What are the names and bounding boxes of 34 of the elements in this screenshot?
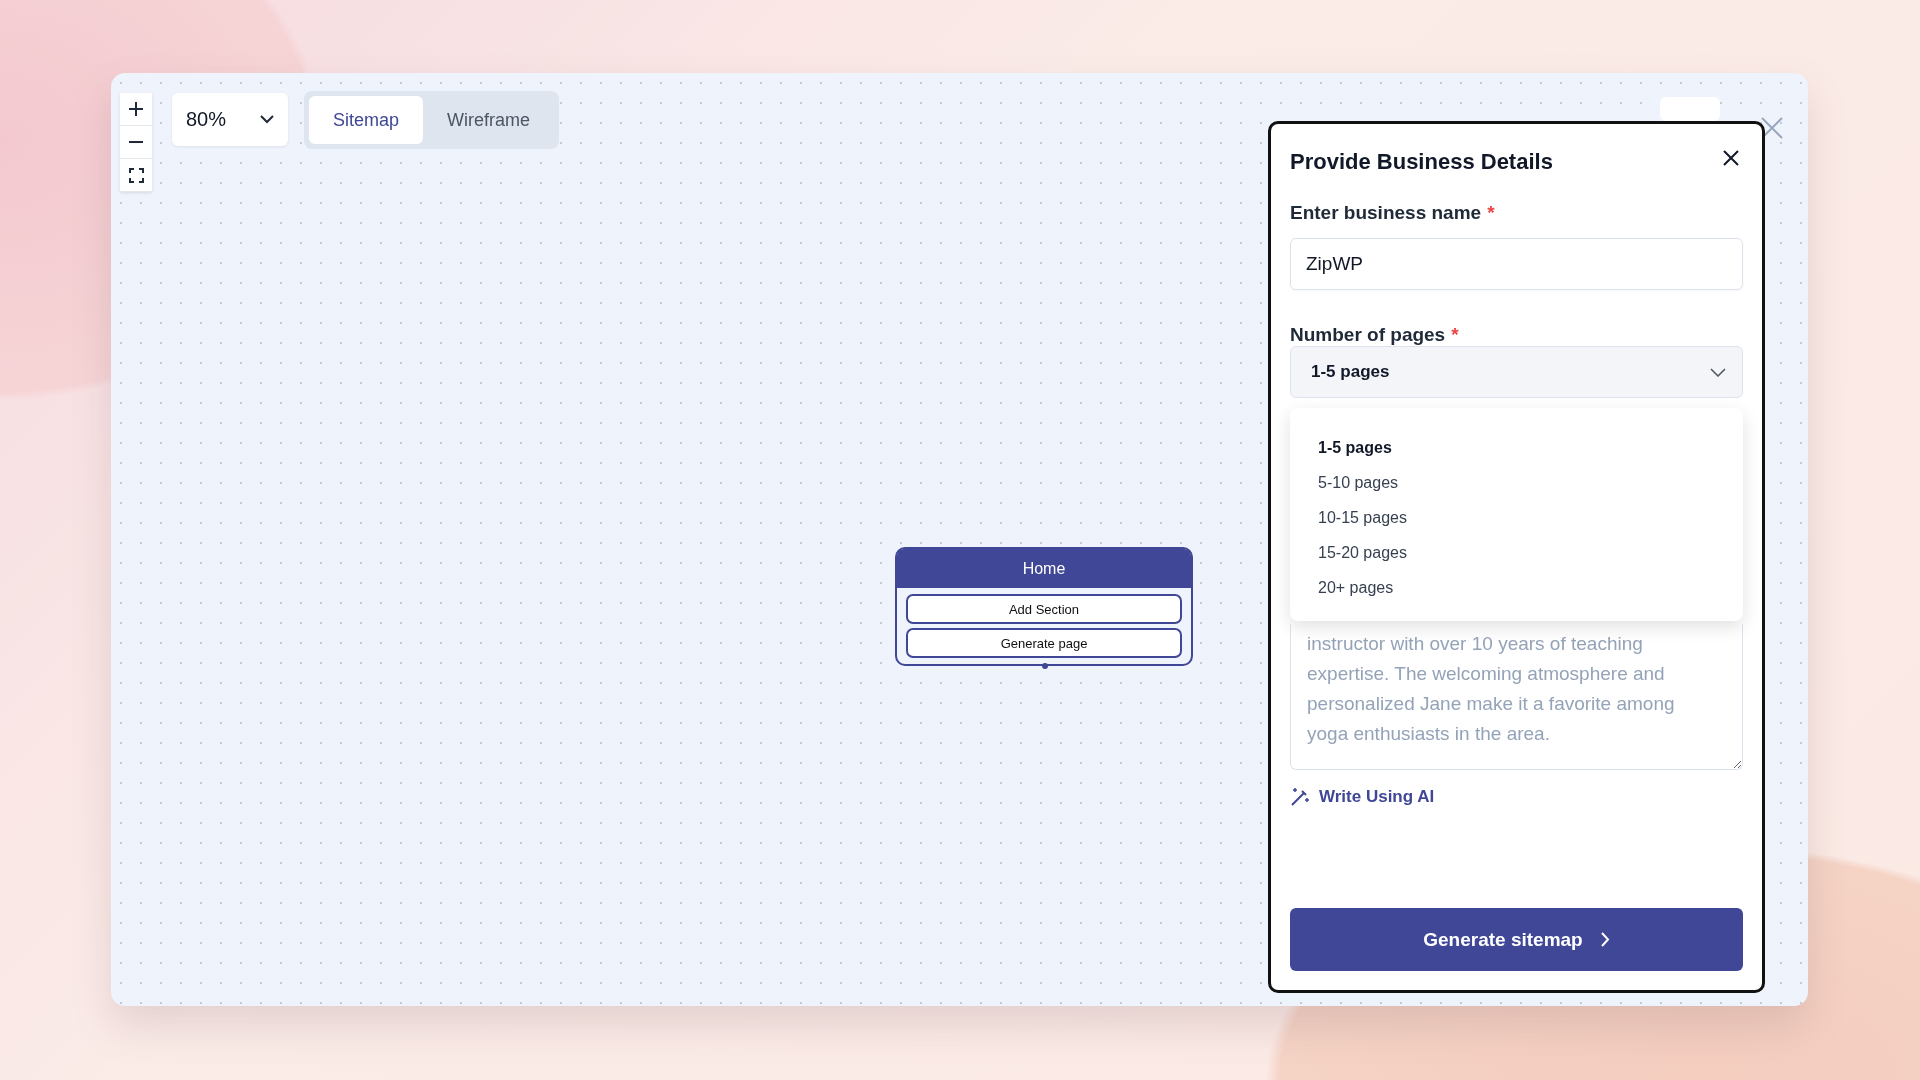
close-icon[interactable] <box>1761 117 1783 139</box>
zoom-dropdown[interactable]: 80% <box>172 93 288 146</box>
business-name-field[interactable]: ZipWP <box>1290 238 1743 290</box>
dropdown-option[interactable]: 20+ pages <box>1318 570 1394 605</box>
fit-view-button[interactable] <box>120 159 152 192</box>
node-title: Home <box>897 549 1191 588</box>
write-using-ai-link[interactable]: Write Using AI <box>1290 787 1435 807</box>
view-tab[interactable]: Wireframe <box>423 96 555 144</box>
node-button[interactable]: Add Section <box>906 594 1182 624</box>
close-icon[interactable] <box>1723 150 1739 166</box>
field-label: Enter business name <box>1290 202 1482 224</box>
dropdown-option[interactable]: 10-15 pages <box>1318 500 1407 535</box>
magic-wand-icon <box>1290 787 1310 807</box>
dropdown-option[interactable]: 15-20 pages <box>1318 535 1407 570</box>
chevron-down-icon <box>260 115 274 124</box>
pages-dropdown[interactable]: 1-5 pages <box>1290 346 1743 398</box>
required-mark: * <box>1451 324 1459 346</box>
zoom-out-button[interactable] <box>120 126 152 159</box>
field-label: Number of pages <box>1290 324 1446 346</box>
node-button[interactable]: Generate page <box>906 628 1182 658</box>
chevron-right-icon <box>1600 932 1610 947</box>
dropdown-option[interactable]: 5-10 pages <box>1318 465 1399 500</box>
connector-handle[interactable] <box>1042 663 1048 669</box>
description-field[interactable]: instructor with over 10 years of teaching expertise. The welcoming atmosphere and personalized Jane make it a favorite among yoga enthusiasts in the area. <box>1290 624 1743 770</box>
zoom-in-button[interactable] <box>120 93 152 126</box>
dropdown-option[interactable]: 1-5 pages <box>1318 430 1392 465</box>
view-tab[interactable]: Sitemap <box>309 96 424 144</box>
fullscreen-icon <box>128 167 144 183</box>
required-mark: * <box>1487 202 1495 224</box>
chevron-down-icon <box>1710 367 1726 377</box>
panel-title: Provide Business Details <box>1290 149 1553 175</box>
generate-sitemap-button[interactable]: Generate sitemap <box>1290 908 1743 971</box>
minus-icon <box>129 141 143 143</box>
plus-icon <box>128 101 144 117</box>
